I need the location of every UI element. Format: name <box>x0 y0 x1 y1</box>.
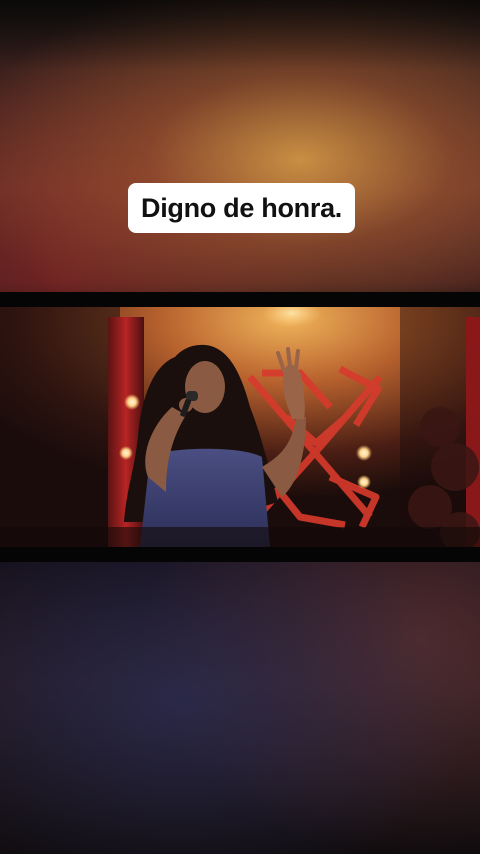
top-vignette <box>0 0 480 70</box>
lyric-caption: Digno de honra. <box>128 183 355 233</box>
lyric-caption-text: Digno de honra. <box>141 192 342 223</box>
video-player[interactable] <box>0 292 480 562</box>
story-screen[interactable]: Digno de honra. <box>0 0 480 854</box>
video-frame-image <box>0 307 480 547</box>
